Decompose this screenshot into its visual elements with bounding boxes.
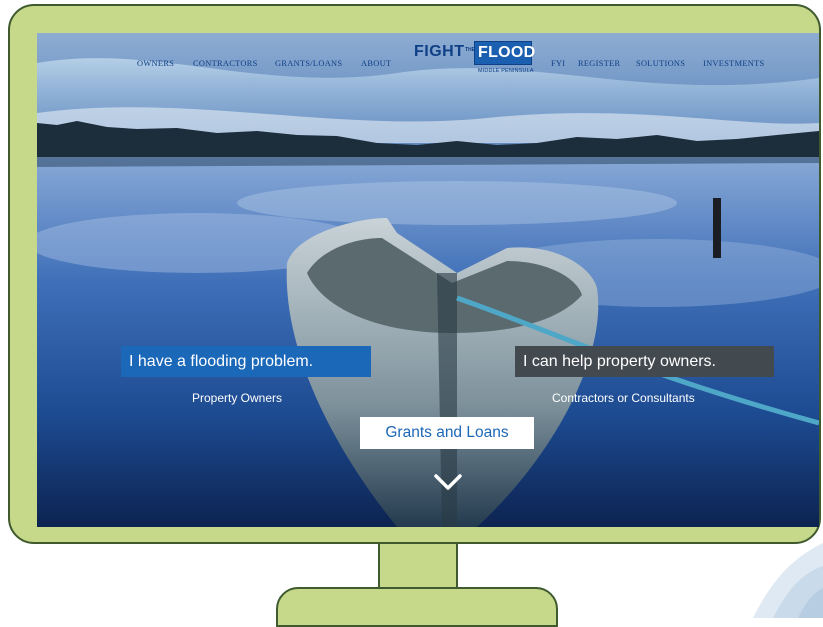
nav-fyi[interactable]: FYI xyxy=(551,59,565,68)
contractors-consultants-label[interactable]: Contractors or Consultants xyxy=(552,391,695,405)
nav-solutions[interactable]: SOLUTIONS xyxy=(636,59,685,68)
nav-register[interactable]: REGISTER xyxy=(578,59,620,68)
chevron-down-icon[interactable] xyxy=(433,473,463,493)
monitor-frame: OWNERS CONTRACTORS GRANTS/LOANS ABOUT FY… xyxy=(8,4,821,544)
nav-about[interactable]: ABOUT xyxy=(361,59,391,68)
monitor-stand-base xyxy=(276,587,558,627)
logo-word-flood: FLOOD xyxy=(478,44,536,61)
flooding-problem-button[interactable]: I have a flooding problem. xyxy=(121,346,371,377)
fight-the-flood-logo[interactable]: FIGHT THE FLOOD MIDDLE PENINSULA xyxy=(414,41,535,79)
property-owners-label[interactable]: Property Owners xyxy=(192,391,282,405)
nav-contractors[interactable]: CONTRACTORS xyxy=(193,59,258,68)
nav-investments[interactable]: INVESTMENTS xyxy=(703,59,764,68)
logo-flood-box: FLOOD xyxy=(474,41,535,65)
grants-and-loans-button[interactable]: Grants and Loans xyxy=(360,417,534,449)
hero-lake-boat-photo xyxy=(37,33,819,527)
help-property-owners-button[interactable]: I can help property owners. xyxy=(515,346,774,377)
website-screen: OWNERS CONTRACTORS GRANTS/LOANS ABOUT FY… xyxy=(37,33,819,527)
nav-owners[interactable]: OWNERS xyxy=(137,59,174,68)
monitor-stand-neck xyxy=(378,544,458,590)
nav-grants-loans[interactable]: GRANTS/LOANS xyxy=(275,59,342,68)
logo-subtitle: MIDDLE PENINSULA xyxy=(478,68,534,74)
logo-word-fight: FIGHT xyxy=(414,43,465,60)
